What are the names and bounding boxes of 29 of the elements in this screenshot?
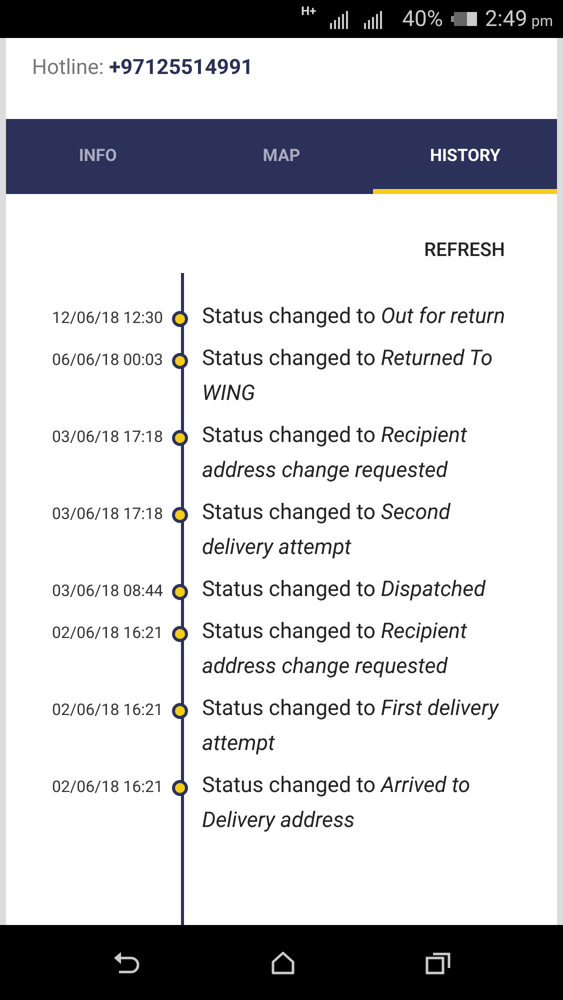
history-time: 06/06/18 00:03 xyxy=(51,349,163,369)
history-status: Status changed to Out for return xyxy=(202,303,506,331)
history-time: 02/06/18 16:21 xyxy=(51,699,163,719)
battery-icon xyxy=(451,11,477,27)
history-time: 02/06/18 16:21 xyxy=(51,776,163,796)
history-status: Status changed to Recipient address change requested xyxy=(202,422,468,485)
tab[interactable]: MAP xyxy=(190,119,374,194)
history-time: 03/06/18 17:18 xyxy=(51,503,163,523)
network-type: H+ xyxy=(301,4,316,18)
history-time: 02/06/18 16:21 xyxy=(51,622,163,642)
history-status: Status changed to Arrived to Delivery address xyxy=(202,772,472,835)
history-status: Status changed to Dispatched xyxy=(202,576,487,604)
back-icon[interactable] xyxy=(112,950,140,974)
history-status: Status changed to Recipient address change requested xyxy=(202,618,468,681)
tab[interactable]: HISTORY xyxy=(373,119,557,194)
clock-time: 2:49 xyxy=(485,6,528,32)
history-status: Status changed to Second delivery attempt xyxy=(202,499,452,562)
history-status: Status changed to First delivery attempt xyxy=(202,695,500,758)
history-time: 12/06/18 12:30 xyxy=(51,307,163,327)
clock-ampm: pm xyxy=(531,12,553,30)
history-time: 03/06/18 08:44 xyxy=(51,580,163,600)
tab[interactable]: INFO xyxy=(6,119,190,194)
hotline-text: Hotline: +97125514991 xyxy=(32,56,254,80)
refresh-button[interactable]: REFRESH xyxy=(422,236,507,263)
recents-icon[interactable] xyxy=(424,950,450,974)
battery-percent: 40% xyxy=(402,6,443,32)
history-time: 03/06/18 17:18 xyxy=(51,426,163,446)
history-status: Status changed to Returned To WING xyxy=(202,345,494,408)
home-icon[interactable] xyxy=(270,950,294,974)
